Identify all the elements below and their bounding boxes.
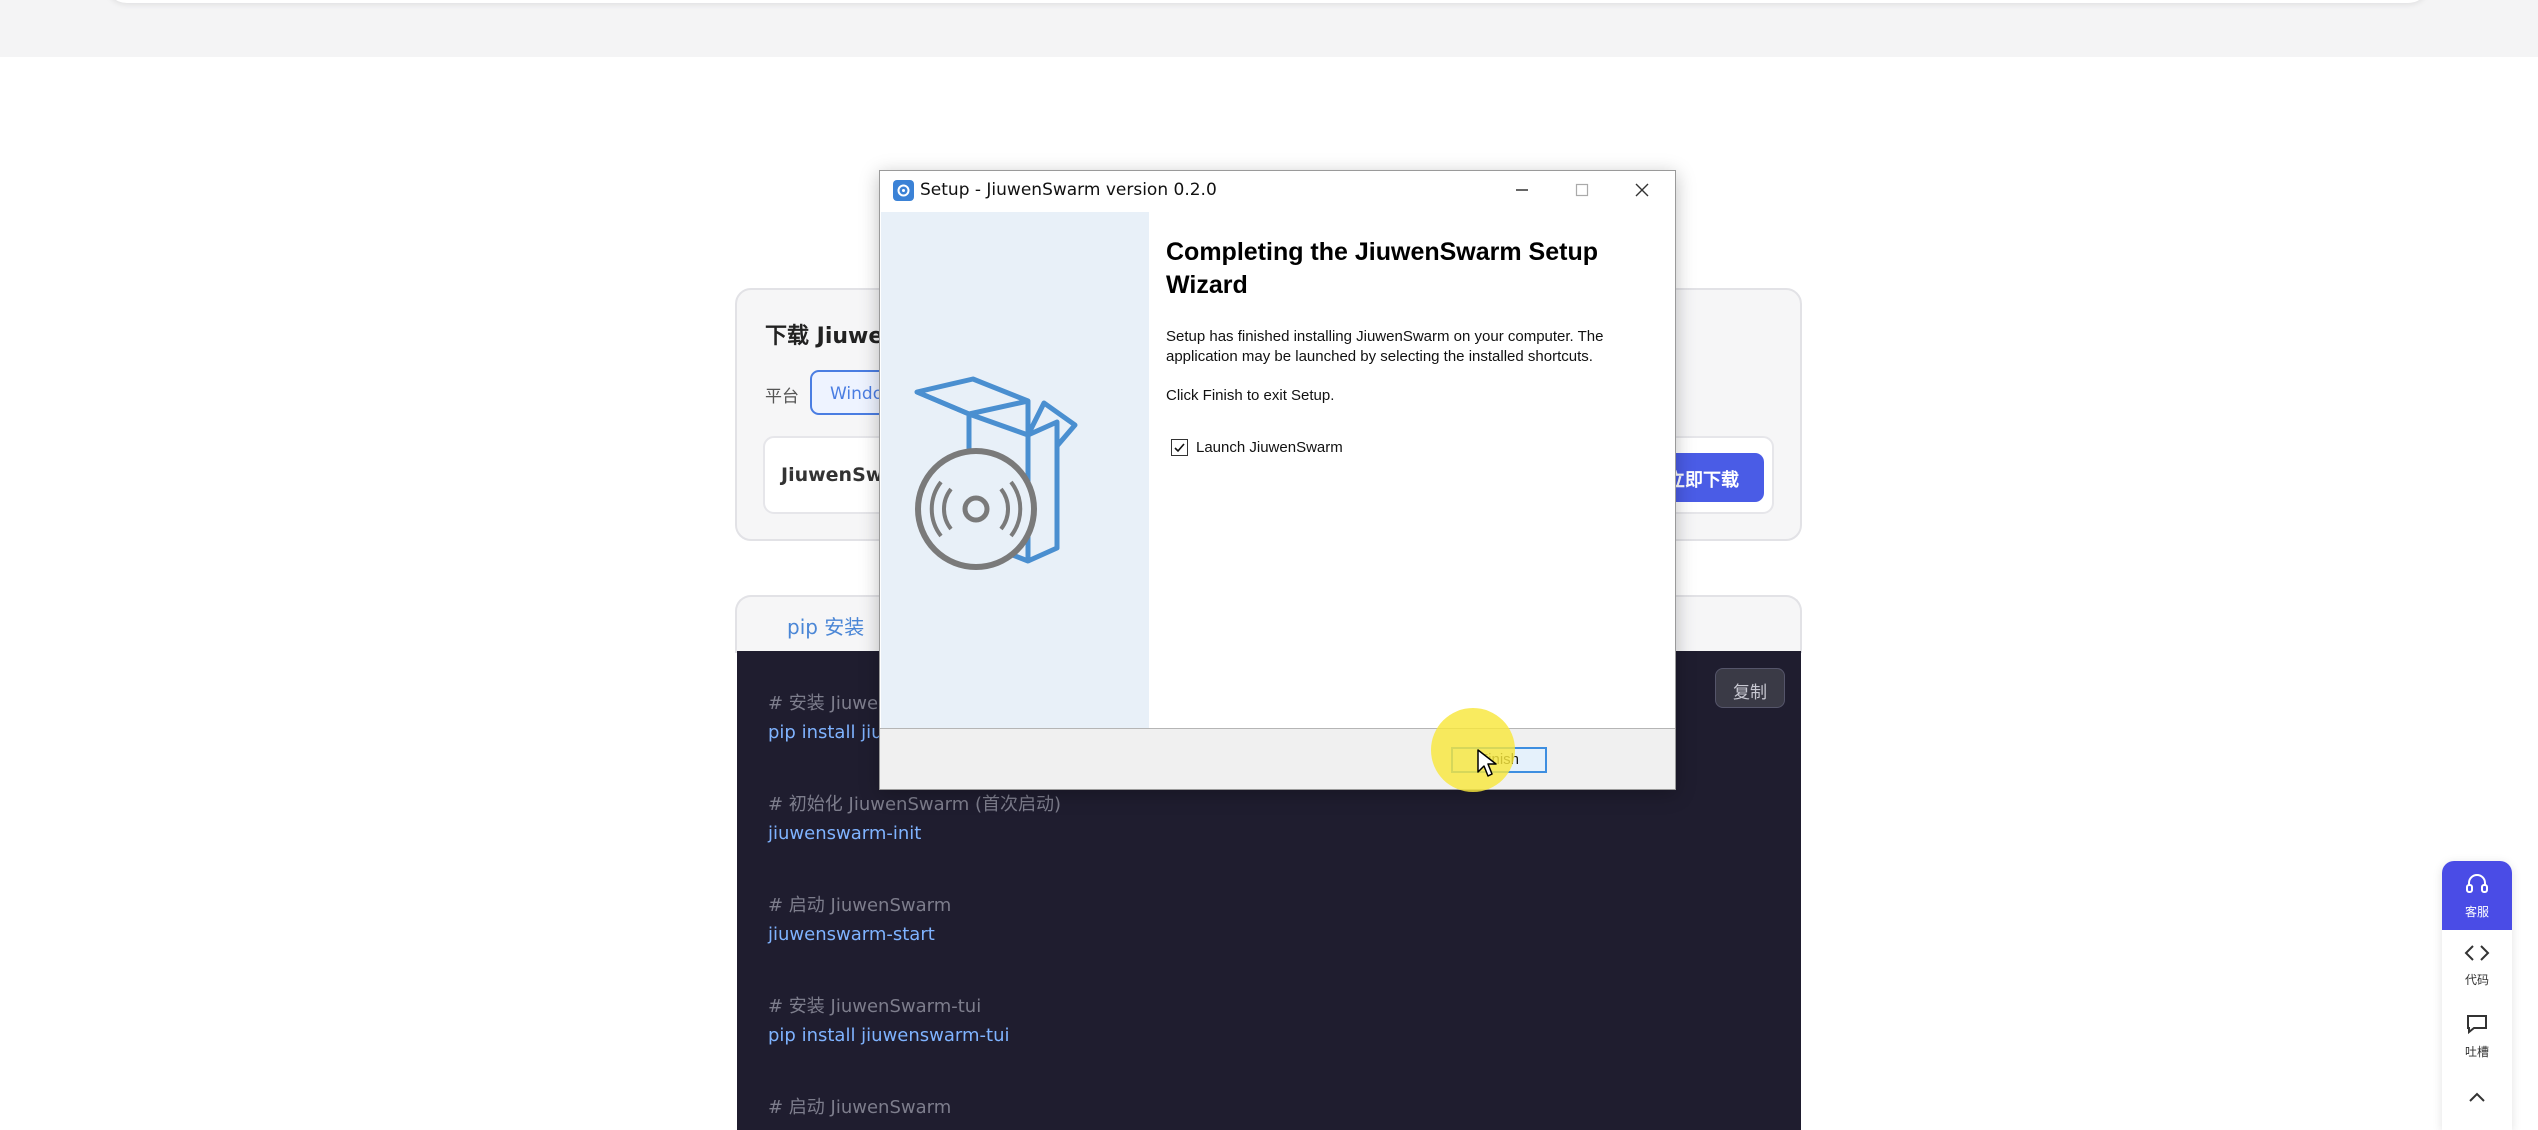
tab-pip-install[interactable]: pip 安装 [787, 611, 864, 640]
customer-service-label: 客服 [2464, 905, 2489, 919]
feedback-label: 吐槽 [2464, 1045, 2489, 1059]
headset-icon [2442, 873, 2512, 901]
maximize-button [1554, 175, 1610, 207]
dialog-content: Completing the JiuwenSwarm Setup Wizard … [1166, 236, 1661, 456]
cursor-highlight [1431, 708, 1515, 792]
launch-checkbox-label[interactable]: Launch JiuwenSwarm [1196, 439, 1343, 456]
box-disc-icon [914, 376, 1078, 570]
code-line: jiuwenswarm-init [768, 823, 922, 844]
code-brackets-icon [2442, 943, 2512, 969]
dialog-titlebar[interactable]: Setup - JiuwenSwarm version 0.2.0 [880, 171, 1675, 211]
launch-checkbox[interactable] [1171, 439, 1188, 456]
wizard-body: Setup has finished installing JiuwenSwar… [1166, 328, 1604, 365]
wizard-heading: Completing the JiuwenSwarm Setup Wizard [1166, 238, 1598, 299]
code-line: # 初始化 JiuwenSwarm (首次启动) [768, 794, 1062, 815]
code-line: jiuwenswarm-start [768, 924, 935, 945]
chat-bubble-icon [2442, 1013, 2512, 1041]
top-card [105, 0, 2430, 3]
minimize-button[interactable] [1494, 175, 1550, 207]
code-button[interactable]: 代码 [2442, 943, 2512, 988]
wizard-finish-hint: Click Finish to exit Setup. [1166, 387, 1335, 404]
dialog-footer: Finish [880, 729, 1675, 789]
dialog-title: Setup - JiuwenSwarm version 0.2.0 [920, 180, 1217, 200]
wizard-side-panel [881, 212, 1149, 728]
code-label: 代码 [2464, 973, 2489, 987]
code-line: pip install jiuwenswarm-tui [768, 1025, 1010, 1046]
code-line: # 启动 JiuwenSwarm [768, 1097, 952, 1118]
close-button[interactable] [1614, 175, 1670, 207]
scroll-top-button[interactable] [2442, 1085, 2512, 1110]
code-line: # 启动 JiuwenSwarm [768, 895, 952, 916]
chevron-up-icon [2467, 1085, 2487, 1110]
code-line: # 安装 JiuwenSwarm-tui [768, 996, 982, 1017]
platform-label: 平台 [765, 387, 799, 407]
setup-dialog: Setup - JiuwenSwarm version 0.2.0 Comple… [879, 170, 1676, 790]
mouse-cursor-icon [1477, 749, 1497, 777]
feedback-button[interactable]: 吐槽 [2442, 1013, 2512, 1060]
floating-toolbar: 客服 代码 吐槽 [2442, 861, 2512, 1130]
top-band [0, 0, 2538, 57]
copy-button[interactable]: 复制 [1715, 668, 1785, 708]
app-icon [893, 180, 914, 201]
customer-service-button[interactable]: 客服 [2442, 861, 2512, 930]
